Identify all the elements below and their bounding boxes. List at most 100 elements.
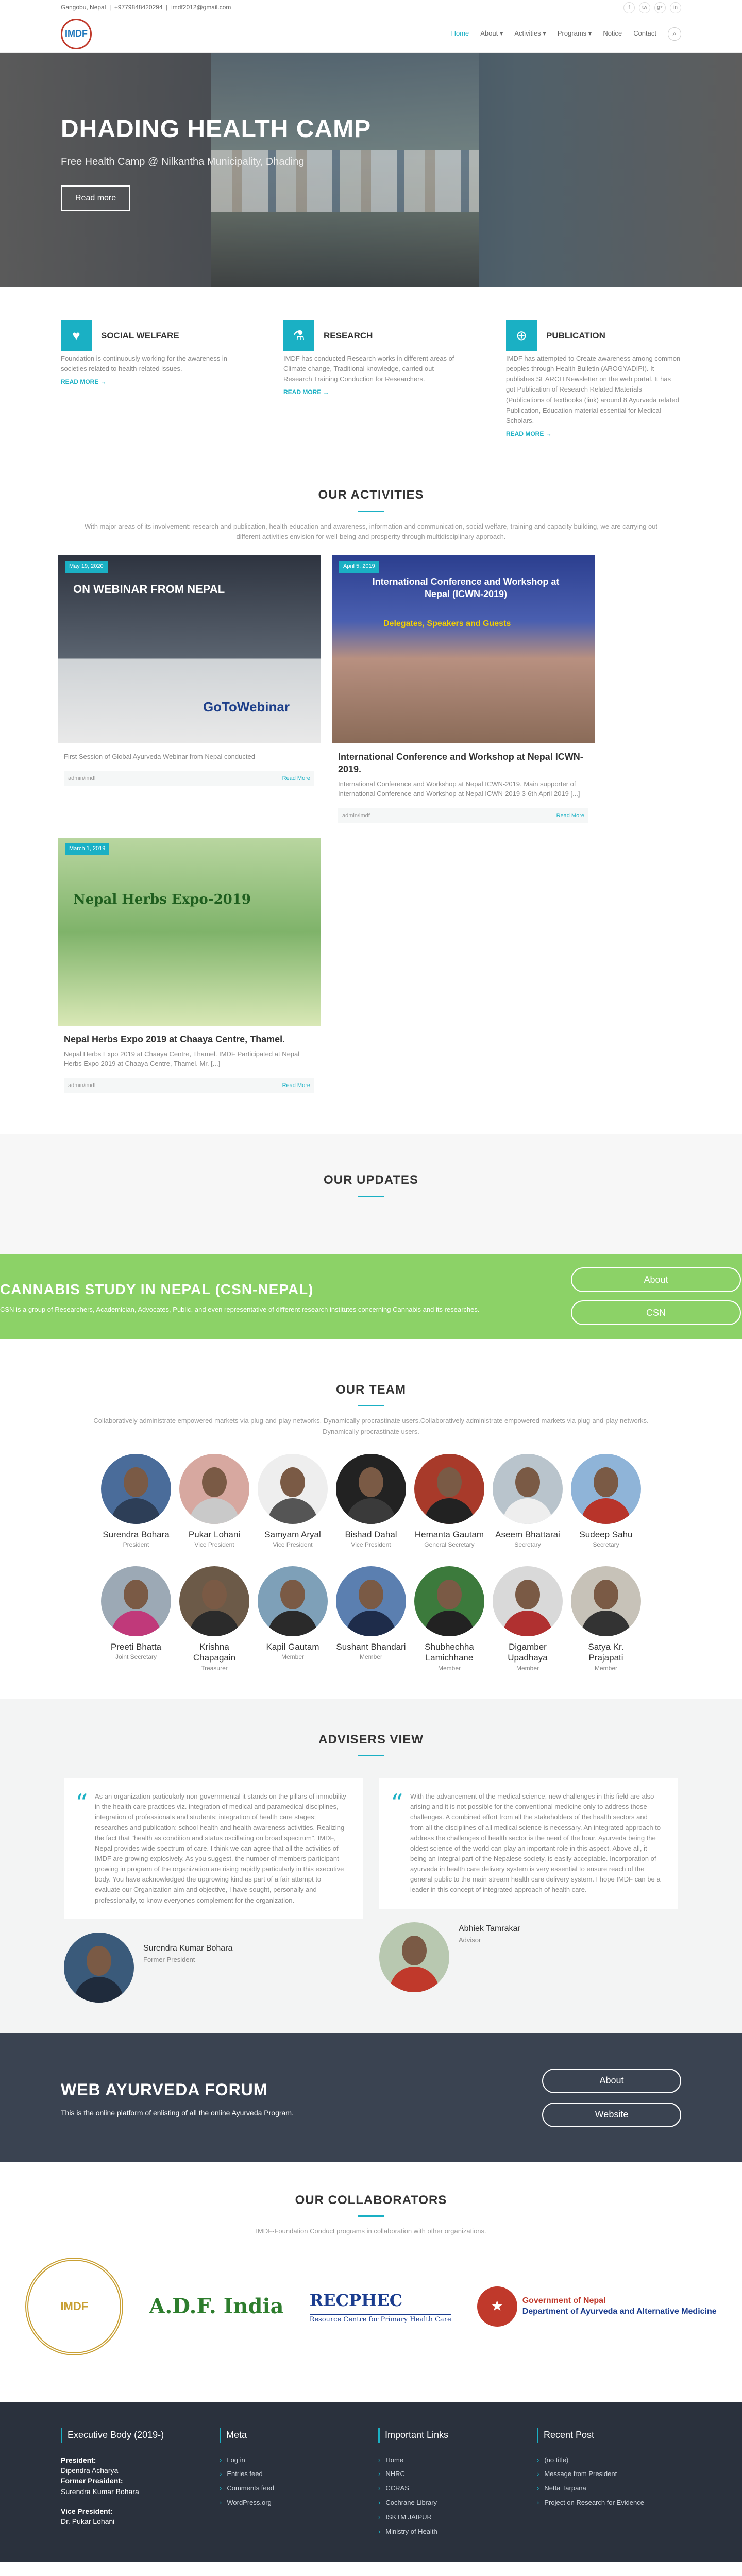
- footer-link[interactable]: WordPress.org: [220, 2498, 364, 2509]
- footer-heading: Important Links: [378, 2427, 522, 2443]
- activity-image[interactable]: April 5, 2019 International Conference a…: [332, 555, 595, 744]
- nav-activities[interactable]: Activities ▾: [514, 28, 546, 39]
- nav-home[interactable]: Home: [451, 28, 469, 39]
- avatar-body: [268, 1498, 317, 1524]
- activity-date: April 5, 2019: [339, 561, 379, 573]
- facebook-icon[interactable]: f: [623, 2, 635, 13]
- avatar[interactable]: [493, 1453, 563, 1524]
- feature-read-more-link[interactable]: READ MORE →: [61, 377, 236, 387]
- activity-image[interactable]: March 1, 2019 Nepal Herbs Expo-2019: [58, 838, 321, 1026]
- avatar[interactable]: [571, 1566, 641, 1637]
- section-subtitle: IMDF-Foundation Conduct programs in coll…: [256, 2227, 486, 2235]
- footer-heading: Executive Body (2019-): [61, 2427, 205, 2443]
- avatar-body: [346, 1611, 396, 1637]
- search-icon[interactable]: ⌕: [668, 27, 681, 41]
- avatar[interactable]: [179, 1453, 249, 1524]
- avatar-body: [503, 1498, 552, 1524]
- member-name: Pukar Lohani: [188, 1529, 241, 1539]
- read-more-link[interactable]: Read More: [282, 774, 310, 784]
- avatar-head: [124, 1580, 148, 1610]
- avatar[interactable]: [101, 1453, 171, 1524]
- card-footer: admin/imdf Read More: [338, 808, 588, 824]
- footer-link[interactable]: Log in: [220, 2455, 364, 2466]
- feature-title: PUBLICATION: [546, 331, 605, 341]
- cannabis-about-button[interactable]: About: [571, 1267, 741, 1293]
- avatar[interactable]: [414, 1566, 484, 1637]
- read-more-link[interactable]: Read More: [556, 811, 584, 821]
- activity-title[interactable]: International Conference and Workshop at…: [338, 751, 588, 776]
- avatar[interactable]: [258, 1566, 328, 1637]
- forum-about-button[interactable]: About: [542, 2068, 681, 2093]
- avatar[interactable]: [64, 1932, 134, 2003]
- footer-link[interactable]: (no title): [537, 2455, 681, 2466]
- adviser-meta: Surendra Kumar Bohara Former President: [143, 1933, 232, 1965]
- team-member: Shubhechha Lamichhane Member: [413, 1566, 485, 1673]
- avatar[interactable]: [414, 1453, 484, 1524]
- hero-subtitle: Free Health Camp @ Nilkantha Municipalit…: [61, 156, 305, 167]
- avatar-head: [594, 1580, 618, 1610]
- nav-notice[interactable]: Notice: [603, 28, 622, 39]
- avatar-head: [280, 1467, 305, 1497]
- nav-programs[interactable]: Programs ▾: [558, 28, 592, 39]
- avatar[interactable]: [258, 1453, 328, 1524]
- footer-link[interactable]: CCRAS: [378, 2483, 522, 2494]
- read-more-link[interactable]: Read More: [282, 1081, 310, 1091]
- activity-text: International Conference and Workshop at…: [338, 779, 580, 798]
- nav-contact[interactable]: Contact: [633, 28, 656, 39]
- member-role: Treasurer: [201, 1664, 228, 1672]
- activity-title[interactable]: Nepal Herbs Expo 2019 at Chaaya Centre, …: [64, 1033, 314, 1045]
- avatar-body: [581, 1498, 631, 1524]
- site-logo[interactable]: IMDF: [61, 18, 92, 49]
- contact-info: Gangobu, Nepal | +9779848420294 | imdf20…: [61, 3, 231, 11]
- nav-about[interactable]: About ▾: [480, 28, 503, 39]
- forum-banner: WEB AYURVEDA FORUM This is the online pl…: [0, 2033, 742, 2162]
- footer-link[interactable]: Home: [378, 2455, 522, 2466]
- author-text: admin/imdf: [68, 775, 96, 782]
- government-logo[interactable]: ★ Government of Nepal Department of Ayurve…: [477, 2286, 717, 2327]
- avatar[interactable]: [179, 1566, 249, 1637]
- footer-link[interactable]: NHRC: [378, 2469, 522, 2480]
- member-name: Preeti Bhatta: [110, 1642, 162, 1652]
- footer-link[interactable]: Netta Tarpana: [537, 2483, 681, 2494]
- member-name: Hemanta Gautam: [414, 1529, 484, 1539]
- twitter-icon[interactable]: tw: [639, 2, 650, 13]
- feature-read-more-link[interactable]: READ MORE →: [506, 429, 681, 439]
- linkedin-icon[interactable]: in: [670, 2, 681, 13]
- cannabis-csn-button[interactable]: CSN: [571, 1300, 741, 1326]
- phone-text[interactable]: +9779848420294: [114, 4, 163, 11]
- footer-exec: Executive Body (2019-) President: Dipend…: [61, 2427, 205, 2541]
- forum-buttons: About Website: [542, 2068, 681, 2127]
- forum-description: This is the online platform of enlisting…: [61, 2109, 294, 2117]
- footer-link[interactable]: ISKTM JAIPUR: [378, 2512, 522, 2523]
- footer-link[interactable]: Comments feed: [220, 2483, 364, 2494]
- hero-read-more-button[interactable]: Read more: [61, 185, 131, 211]
- email-text[interactable]: imdf2012@gmail.com: [171, 4, 231, 11]
- collaborators-section: OUR COLLABORATORS IMDF-Foundation Conduc…: [0, 2162, 742, 2402]
- avatar[interactable]: [336, 1453, 406, 1524]
- adviser-quote: With the advancement of the medical scie…: [379, 1778, 678, 1909]
- avatar[interactable]: [379, 1922, 449, 1992]
- section-title: OUR TEAM: [0, 1380, 742, 1406]
- footer-link[interactable]: Project on Research for Evidence: [537, 2498, 681, 2509]
- feature-read-more-link[interactable]: READ MORE →: [283, 387, 459, 397]
- footer-link[interactable]: Message from President: [537, 2469, 681, 2480]
- footer-link[interactable]: Ministry of Health: [378, 2527, 522, 2537]
- activity-image[interactable]: May 19, 2020 ON WEBINAR FROM NEPAL GoToW…: [58, 555, 321, 744]
- avatar[interactable]: [493, 1566, 563, 1637]
- adviser-quote: As an organization particularly non-gove…: [64, 1778, 363, 1919]
- avatar[interactable]: [571, 1453, 641, 1524]
- forum-website-button[interactable]: Website: [542, 2102, 681, 2127]
- member-name: Surendra Bohara: [103, 1529, 170, 1539]
- avatar[interactable]: [101, 1566, 171, 1637]
- team-member: Krishna Chapagain Treasurer: [178, 1566, 250, 1673]
- adf-india-logo[interactable]: A.D.F. India: [149, 2290, 283, 2323]
- imdf-seal-logo[interactable]: IMDF: [25, 2257, 124, 2355]
- footer-link[interactable]: Entries feed: [220, 2469, 364, 2480]
- recphec-logo[interactable]: RECPHEC Resource Centre for Primary Healt…: [309, 2287, 451, 2326]
- team-member: Samyam Aryal Vice President: [257, 1453, 329, 1550]
- recphec-text: RECPHEC: [309, 2290, 403, 2310]
- member-name: Kapil Gautam: [266, 1642, 319, 1652]
- footer-link[interactable]: Cochrane Library: [378, 2498, 522, 2509]
- avatar[interactable]: [336, 1566, 406, 1637]
- google-plus-icon[interactable]: g+: [654, 2, 666, 13]
